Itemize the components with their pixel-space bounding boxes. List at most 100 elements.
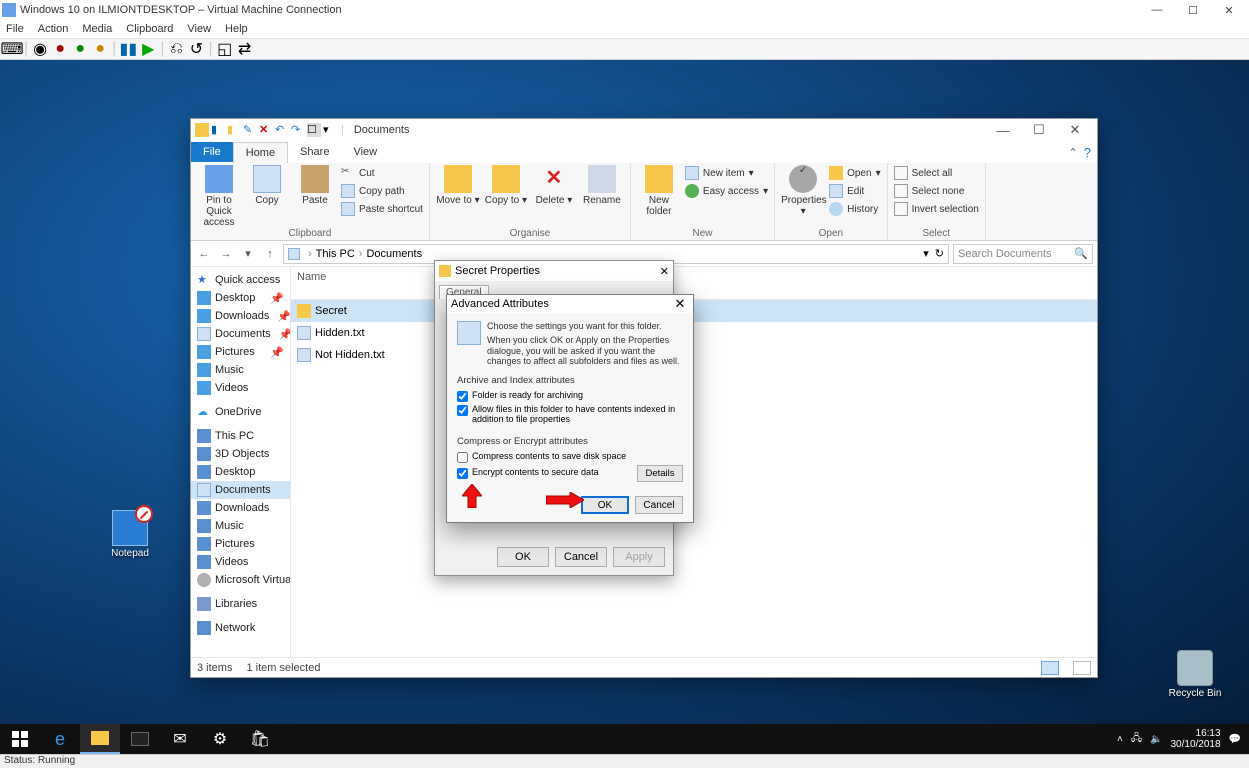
nav-videos-pc[interactable]: Videos — [191, 553, 290, 571]
back-button[interactable]: ← — [195, 245, 213, 263]
props-apply-button[interactable]: Apply — [613, 547, 665, 567]
nav-documents-qa[interactable]: Documents📌 — [191, 325, 290, 343]
file-row-secret[interactable]: Secret — [291, 300, 1097, 322]
host-menu-file[interactable]: File — [6, 23, 24, 35]
undo-icon[interactable]: ↶ — [275, 123, 289, 137]
desktop-notepad-icon[interactable]: Notepad — [100, 510, 160, 559]
details-view-button[interactable] — [1041, 661, 1059, 675]
host-menu-media[interactable]: Media — [82, 23, 112, 35]
pin-button[interactable]: Pin to Quick access — [197, 165, 241, 228]
explorer-titlebar[interactable]: ▮ ▮ ✎ ✕ ↶ ↷ ☐ ▾ | Documents — ☐ ✕ — [191, 119, 1097, 141]
props-cancel-button[interactable]: Cancel — [555, 547, 607, 567]
explorer-maximize-button[interactable]: ☐ — [1021, 122, 1057, 138]
history-button[interactable]: History — [829, 201, 881, 217]
turnoff-icon[interactable]: ◉ — [32, 41, 48, 57]
moveto-button[interactable]: Move to ▾ — [436, 165, 480, 206]
paste-button[interactable]: Paste — [293, 165, 337, 206]
file-list-header[interactable]: Name Date modified Type Size — [291, 267, 1097, 300]
index-checkbox-input[interactable] — [457, 405, 468, 416]
tab-share[interactable]: Share — [288, 142, 341, 162]
taskbar-mail[interactable]: ✉ — [160, 724, 200, 754]
edit-button[interactable]: Edit — [829, 183, 881, 199]
host-maximize-button[interactable]: ☐ — [1175, 4, 1211, 17]
details-button[interactable]: Details — [637, 465, 683, 482]
properties-titlebar[interactable]: Secret Properties ✕ — [435, 261, 673, 281]
nav-thispc[interactable]: This PC — [191, 427, 290, 445]
nav-mvd[interactable]: Microsoft Virtual Di… — [191, 571, 290, 589]
nav-network[interactable]: Network — [191, 619, 290, 637]
start-button[interactable] — [0, 724, 40, 754]
host-menu-clipboard[interactable]: Clipboard — [126, 23, 173, 35]
action-center-icon[interactable]: 💬 — [1229, 734, 1241, 745]
easyaccess-button[interactable]: Easy access ▾ — [685, 183, 768, 199]
delete-icon[interactable]: ✕ — [259, 123, 273, 137]
open-button[interactable]: Open ▾ — [829, 165, 881, 181]
breadcrumb-thispc[interactable]: This PC — [316, 248, 355, 260]
selectnone-button[interactable]: Select none — [894, 183, 979, 199]
nav-downloads[interactable]: Downloads📌 — [191, 307, 290, 325]
nav-libraries[interactable]: Libraries — [191, 595, 290, 613]
redo-icon[interactable]: ↷ — [291, 123, 305, 137]
cut-button[interactable]: ✂Cut — [341, 165, 423, 181]
pause-icon[interactable]: ▮▮ — [120, 41, 136, 57]
advattr-cancel-button[interactable]: Cancel — [635, 496, 683, 514]
taskbar-settings[interactable]: ⚙ — [200, 724, 240, 754]
reset-icon[interactable]: ● — [92, 41, 108, 57]
archive-checkbox[interactable]: Folder is ready for archiving — [457, 390, 683, 402]
nav-documents[interactable]: Documents — [191, 481, 290, 499]
taskbar-cmd[interactable] — [120, 724, 160, 754]
up-button[interactable]: ↑ — [261, 245, 279, 263]
tab-view[interactable]: View — [341, 142, 389, 162]
revert-icon[interactable]: ↺ — [188, 41, 204, 57]
refresh-icon[interactable]: ↻ — [935, 247, 944, 260]
tray-network-icon[interactable]: 🖧 — [1131, 731, 1142, 748]
ctrl-alt-del-icon[interactable]: ⌨ — [4, 41, 20, 57]
advattr-ok-button[interactable]: OK — [581, 496, 629, 514]
search-input[interactable]: Search Documents 🔍 — [953, 244, 1093, 264]
help-icon[interactable]: ? — [1084, 145, 1097, 160]
tray-volume-icon[interactable]: 🔈 — [1150, 734, 1162, 745]
nav-quick-access[interactable]: ★Quick access — [191, 271, 290, 289]
nav-music[interactable]: Music — [191, 361, 290, 379]
index-checkbox[interactable]: Allow files in this folder to have conte… — [457, 404, 683, 424]
newfolder-button[interactable]: New folder — [637, 165, 681, 217]
compress-checkbox[interactable]: Compress contents to save disk space — [457, 451, 683, 463]
host-menu-view[interactable]: View — [187, 23, 211, 35]
taskbar-store[interactable]: 🛍 — [240, 724, 280, 754]
properties-qat-icon[interactable]: ☐ — [307, 123, 321, 137]
file-row-hidden[interactable]: Hidden.txt — [291, 322, 1097, 344]
ribbon-collapse-icon[interactable]: ⌃ — [1069, 146, 1084, 159]
host-close-button[interactable]: ✕ — [1211, 4, 1247, 17]
save-icon[interactable]: ● — [72, 41, 88, 57]
desktop-recycle-icon[interactable]: Recycle Bin — [1165, 650, 1225, 699]
icons-view-button[interactable] — [1073, 661, 1091, 675]
props-ok-button[interactable]: OK — [497, 547, 549, 567]
host-menu-action[interactable]: Action — [38, 23, 69, 35]
compress-checkbox-input[interactable] — [457, 452, 468, 463]
nav-videos[interactable]: Videos — [191, 379, 290, 397]
enhanced-icon[interactable]: ◱ — [217, 41, 233, 57]
nav-pictures-pc[interactable]: Pictures — [191, 535, 290, 553]
start-icon[interactable]: ▶ — [140, 41, 156, 57]
encrypt-checkbox-input[interactable] — [457, 468, 468, 479]
selectall-button[interactable]: Select all — [894, 165, 979, 181]
tab-file[interactable]: File — [191, 142, 233, 162]
copy-button[interactable]: Copy — [245, 165, 289, 206]
nav-music-pc[interactable]: Music — [191, 517, 290, 535]
nav-3dobjects[interactable]: 3D Objects — [191, 445, 290, 463]
col-name[interactable]: Name — [291, 269, 451, 297]
file-row-nothidden[interactable]: Not Hidden.txt — [291, 344, 1097, 366]
nav-downloads-pc[interactable]: Downloads — [191, 499, 290, 517]
tray-chevron-icon[interactable]: ˄ — [1117, 734, 1123, 745]
copyto-button[interactable]: Copy to ▾ — [484, 165, 528, 206]
forward-button[interactable]: → — [217, 245, 235, 263]
nav-onedrive[interactable]: ☁OneDrive — [191, 403, 290, 421]
host-minimize-button[interactable]: — — [1139, 4, 1175, 16]
recent-dropdown-icon[interactable]: ▾ — [239, 245, 257, 263]
rename-button[interactable]: Rename — [580, 165, 624, 206]
paste-shortcut-button[interactable]: Paste shortcut — [341, 201, 423, 217]
taskbar-clock[interactable]: 16:13 30/10/2018 — [1170, 728, 1220, 750]
advattr-titlebar[interactable]: Advanced Attributes ✕ — [447, 295, 693, 313]
encrypt-checkbox[interactable]: Encrypt contents to secure data — [457, 467, 637, 479]
newitem-button[interactable]: New item ▾ — [685, 165, 768, 181]
